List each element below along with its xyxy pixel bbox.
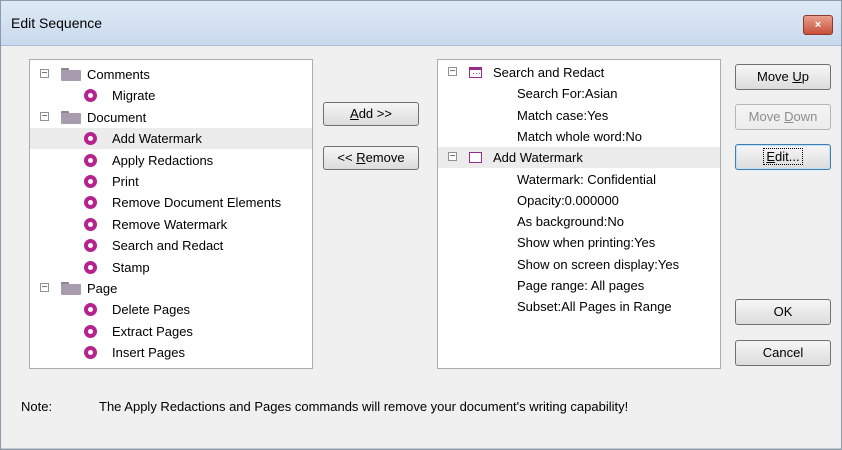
- tree-folder-document[interactable]: − Document: [30, 107, 312, 128]
- divider: [1, 448, 841, 449]
- tree-folder-page[interactable]: − Page: [30, 278, 312, 299]
- command-icon: [84, 346, 97, 360]
- sequence-property[interactable]: Search For:Asian: [438, 83, 720, 104]
- tree-item[interactable]: Apply Redactions: [30, 150, 312, 171]
- close-button[interactable]: ×: [803, 15, 833, 35]
- sequence-step-icon: ···: [469, 67, 482, 78]
- collapse-icon[interactable]: −: [40, 111, 49, 121]
- collapse-icon[interactable]: −: [40, 283, 49, 293]
- commands-tree[interactable]: − Comments Migrate − Document Add Watermark Ap…: [29, 59, 313, 369]
- tree-item[interactable]: Add Watermark: [30, 128, 312, 150]
- tree-item-label: Page: [87, 281, 118, 296]
- sequence-property[interactable]: Subset:All Pages in Range: [438, 296, 720, 317]
- tree-item-label: Stamp: [112, 259, 150, 275]
- tree-item[interactable]: Insert Pages: [30, 342, 312, 363]
- note-label: Note:: [21, 399, 53, 414]
- sequence-property[interactable]: Watermark: Confidential: [438, 169, 720, 190]
- sequence-property[interactable]: Match whole word:No: [438, 126, 720, 147]
- sequence-property-label: Show on screen display:Yes: [517, 256, 680, 272]
- command-icon: [84, 175, 97, 188]
- ok-button[interactable]: OK: [735, 299, 831, 325]
- command-icon: [84, 239, 97, 253]
- tree-folder-comments[interactable]: − Comments: [30, 64, 312, 85]
- tree-item-label: Comments: [87, 67, 150, 82]
- sequence-step[interactable]: − ··· Search and Redact: [438, 62, 720, 83]
- sequence-step-label: Add Watermark: [493, 150, 583, 166]
- folder-icon: [61, 282, 81, 295]
- command-icon: [84, 153, 97, 167]
- sequence-tree[interactable]: − ··· Search and Redact Search For:Asian Mat…: [437, 59, 721, 369]
- sequence-property[interactable]: Show on screen display:Yes: [438, 254, 720, 275]
- sequence-property-label: Match case:Yes: [517, 107, 609, 123]
- sequence-property[interactable]: Show when printing:Yes: [438, 232, 720, 253]
- tree-item[interactable]: Delete Pages: [30, 299, 312, 320]
- command-icon: [84, 217, 97, 231]
- move-down-button[interactable]: Move Down: [735, 104, 831, 130]
- tree-item-label: Print: [112, 174, 139, 189]
- sequence-property-label: Page range: All pages: [517, 278, 645, 293]
- command-icon: [84, 132, 97, 146]
- note-text: The Apply Redactions and Pages commands …: [99, 399, 629, 414]
- tree-item-label: Migrate: [112, 88, 156, 104]
- dialog-title: Edit Sequence: [11, 15, 103, 31]
- sequence-property[interactable]: Match case:Yes: [438, 105, 720, 126]
- close-icon: ×: [814, 19, 822, 31]
- sequence-property-label: As background:No: [517, 214, 624, 230]
- sequence-property[interactable]: Page range: All pages: [438, 275, 720, 296]
- folder-icon: [61, 110, 81, 124]
- sequence-property-label: Match whole word:No: [517, 128, 642, 144]
- tree-item-label: Extract Pages: [112, 323, 193, 339]
- tree-item[interactable]: Remove Document Elements: [30, 192, 312, 213]
- sequence-property-label: Search For:Asian: [517, 86, 618, 102]
- command-icon: [84, 303, 97, 317]
- sequence-step[interactable]: − Add Watermark: [438, 147, 720, 169]
- tree-item-label: Apply Redactions: [112, 152, 214, 168]
- move-up-button[interactable]: Move Up: [735, 64, 831, 90]
- edit-sequence-dialog: Edit Sequence × − Comments Migrate − Documen…: [0, 0, 842, 450]
- folder-icon: [61, 68, 81, 81]
- add-button[interactable]: Add >>: [323, 102, 419, 126]
- tree-item-label: Search and Redact: [112, 238, 224, 254]
- tree-item[interactable]: Migrate: [30, 85, 312, 106]
- sequence-property-label: Subset:All Pages in Range: [517, 299, 672, 315]
- sequence-property-label: Opacity:0.000000: [517, 192, 619, 208]
- tree-item-label: Insert Pages: [112, 345, 185, 361]
- command-icon: [84, 196, 97, 210]
- tree-item[interactable]: Extract Pages: [30, 321, 312, 342]
- command-icon: [84, 324, 97, 338]
- tree-item-label: Delete Pages: [112, 302, 191, 318]
- command-icon: [84, 260, 97, 274]
- collapse-icon[interactable]: −: [40, 69, 49, 79]
- tree-item-label: Add Watermark: [112, 131, 202, 147]
- tree-item[interactable]: Search and Redact: [30, 235, 312, 256]
- collapse-icon[interactable]: −: [448, 152, 457, 162]
- sequence-property[interactable]: Opacity:0.000000: [438, 190, 720, 211]
- command-icon: [84, 89, 97, 103]
- collapse-icon[interactable]: −: [448, 67, 457, 77]
- tree-item[interactable]: Remove Watermark: [30, 214, 312, 235]
- sequence-step-empty-icon: [469, 152, 482, 164]
- tree-item[interactable]: Stamp: [30, 257, 312, 278]
- tree-item[interactable]: Print: [30, 171, 312, 192]
- tree-item-label: Remove Watermark: [112, 216, 228, 232]
- remove-button[interactable]: << Remove: [323, 146, 419, 170]
- sequence-property[interactable]: As background:No: [438, 211, 720, 232]
- title-bar: Edit Sequence ×: [1, 1, 841, 46]
- sequence-property-label: Show when printing:Yes: [517, 235, 656, 251]
- tree-item-label: Document: [87, 109, 147, 125]
- sequence-property-label: Watermark: Confidential: [517, 171, 656, 187]
- edit-button[interactable]: Edit...: [735, 144, 831, 170]
- tree-item-label: Remove Document Elements: [112, 195, 282, 211]
- cancel-button[interactable]: Cancel: [735, 340, 831, 366]
- sequence-step-label: Search and Redact: [493, 65, 605, 80]
